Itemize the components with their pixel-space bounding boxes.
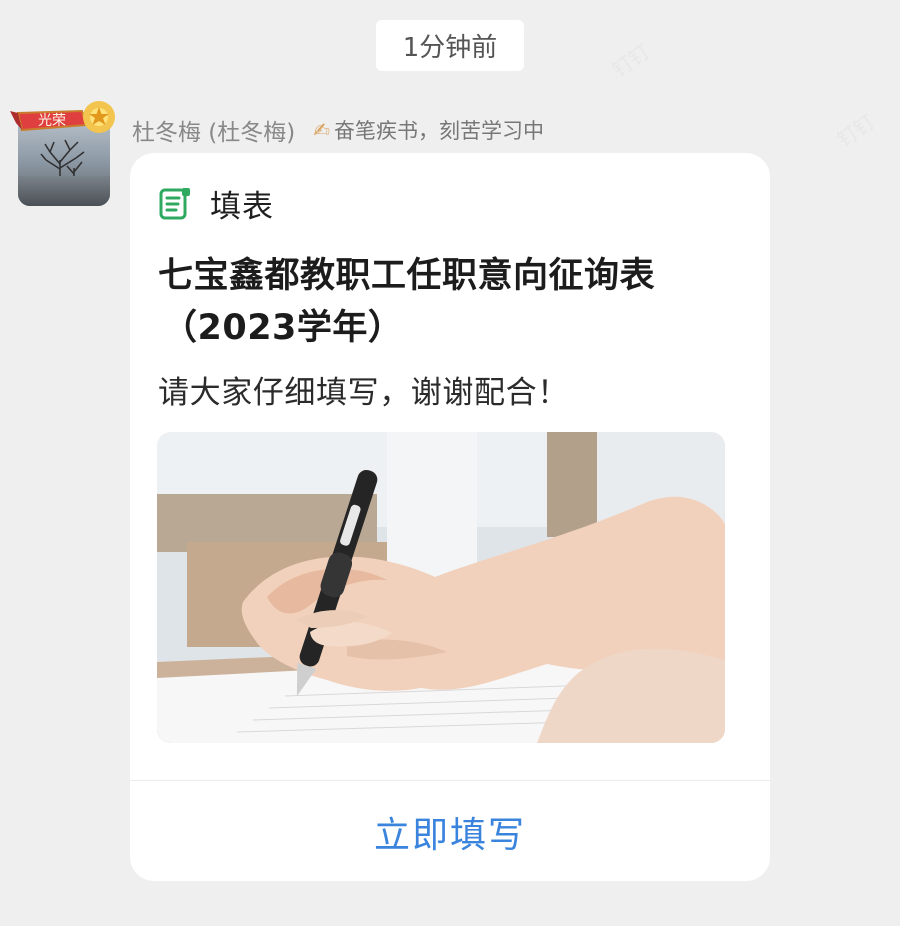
form-icon — [159, 187, 190, 219]
sender-status-text: 奋笔疾书，刻苦学习中 — [334, 119, 545, 143]
card-divider — [130, 780, 770, 781]
card-type-label: 填表 — [210, 189, 274, 225]
sender-name: 杜冬梅 (杜冬梅) — [132, 120, 296, 146]
avatar-ground — [18, 176, 110, 206]
card-title: 七宝鑫都教职工任职意向征询表 （2023学年） — [158, 251, 738, 355]
fill-now-button[interactable]: 立即填写 — [130, 803, 770, 861]
writing-illustration — [157, 432, 725, 743]
card-description: 请大家仔细填写，谢谢配合！ — [158, 375, 569, 411]
writing-photo-icon — [157, 432, 725, 743]
card-title-line-2: （2023学年） — [162, 307, 404, 348]
writing-hand-icon: ✍ — [313, 118, 331, 142]
message-timestamp: 1分钟前 — [376, 20, 524, 71]
form-message-card[interactable]: 填表 七宝鑫都教职工任职意向征询表 （2023学年） 请大家仔细填写，谢谢配合！ — [130, 153, 770, 881]
sender-info: 杜冬梅 (杜冬梅) ✍ 奋笔疾书，刻苦学习中 — [132, 113, 544, 147]
sender-status: ✍ 奋笔疾书，刻苦学习中 — [313, 115, 544, 145]
watermark-text: 钉钉 — [607, 39, 655, 83]
badge-label: 光荣 — [38, 113, 66, 129]
card-title-line-1: 七宝鑫都教职工任职意向征询表 — [158, 256, 656, 296]
honor-badge-icon: 光荣 — [10, 101, 115, 133]
honor-badge: 光荣 — [10, 97, 122, 143]
card-header: 填表 — [158, 181, 274, 226]
watermark-text: 钉钉 — [832, 109, 880, 153]
